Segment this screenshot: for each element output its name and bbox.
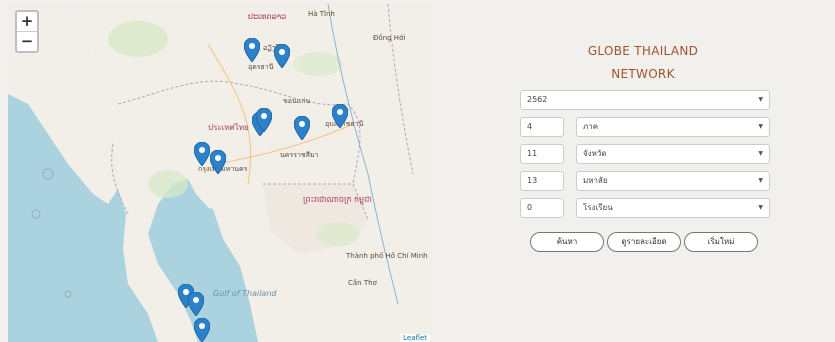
page-title-line1: GLOBE THAILAND: [587, 44, 699, 58]
map-view[interactable]: + − Hà Tĩnh Đồng Hới ວຽງຈັນ อุดรธานี ประ…: [8, 4, 432, 342]
map-marker-icon[interactable]: [193, 317, 211, 342]
map-marker-icon[interactable]: [193, 141, 211, 167]
university-select[interactable]: มหาลัย ▼: [576, 171, 770, 191]
school-select-value: โรงเรียน: [583, 203, 613, 212]
map-label-korat: นครราชสีมา: [280, 151, 319, 159]
school-select[interactable]: โรงเรียน ▼: [576, 198, 770, 218]
map-marker-icon[interactable]: [293, 115, 311, 141]
map-label-ha-tinh: Hà Tĩnh: [308, 10, 335, 18]
province-count-field[interactable]: 11: [520, 144, 564, 164]
map-marker-icon[interactable]: [331, 103, 349, 129]
reset-button[interactable]: เริ่มใหม่: [684, 232, 758, 252]
map-label-udon: อุดรธานี: [248, 63, 274, 71]
school-count-field[interactable]: 0: [520, 198, 564, 218]
chevron-down-icon: ▼: [758, 123, 763, 130]
province-select-value: จังหวัด: [583, 149, 607, 158]
map-label-cambodia: ព្រះរាជាណាចក្រ កម្ពុជា: [303, 195, 372, 204]
map-marker-icon[interactable]: [209, 149, 227, 175]
page-title-line2: NETWORK: [611, 67, 675, 81]
search-button[interactable]: ค้นหา: [530, 232, 604, 252]
map-label-khon-kaen: ขอนแก่น: [283, 97, 311, 105]
university-count-field[interactable]: 13: [520, 171, 564, 191]
map-marker-icon[interactable]: [187, 291, 205, 317]
map-marker-icon[interactable]: [273, 43, 291, 69]
region-select[interactable]: ภาค ▼: [576, 117, 770, 137]
province-select[interactable]: จังหวัด ▼: [576, 144, 770, 164]
zoom-control: + −: [15, 10, 39, 53]
region-select-value: ภาค: [583, 122, 599, 131]
map-attribution-link[interactable]: Leaflet: [400, 334, 430, 342]
map-label-laos: ປະເທດລາວ: [248, 12, 287, 21]
chevron-down-icon: ▼: [758, 204, 763, 211]
map-label-thailand: ประเทศไทย: [208, 123, 249, 132]
search-panel: GLOBE THAILAND NETWORK 2562 ▼ 4 ภาค ▼ 11…: [433, 0, 835, 342]
map-marker-icon[interactable]: [255, 107, 273, 133]
zoom-in-button[interactable]: +: [17, 12, 37, 31]
zoom-out-button[interactable]: −: [17, 31, 37, 51]
map-label-dong-hoi: Đồng Hới: [373, 34, 406, 42]
map-marker-icon[interactable]: [243, 37, 261, 63]
chevron-down-icon: ▼: [758, 150, 763, 157]
details-button[interactable]: ดูรายละเอียด: [607, 232, 681, 252]
year-select[interactable]: 2562 ▼: [520, 90, 770, 110]
map-label-hcmc: Thành phố Hồ Chí Minh: [346, 252, 428, 260]
chevron-down-icon: ▼: [758, 177, 763, 184]
university-select-value: มหาลัย: [583, 176, 608, 185]
map-label-can-tho: Cần Thơ: [348, 279, 377, 287]
region-count-field[interactable]: 4: [520, 117, 564, 137]
map-label-gulf: Gulf of Thailand: [213, 289, 277, 298]
chevron-down-icon: ▼: [758, 96, 763, 103]
year-select-value: 2562: [527, 95, 548, 104]
